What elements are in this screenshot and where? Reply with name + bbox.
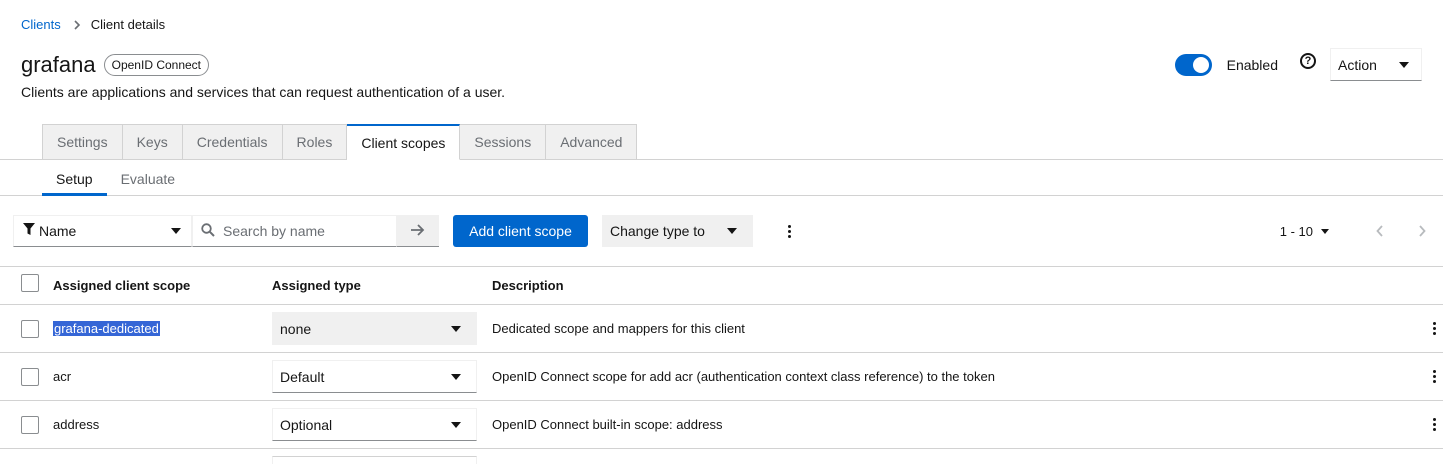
tab-keys[interactable]: Keys [122,124,183,160]
chevron-right-icon [73,19,81,30]
page-subtitle: Clients are applications and services th… [21,84,506,100]
row-checkbox[interactable] [21,415,39,434]
filter-attribute-select[interactable]: Name [13,215,192,247]
action-label: Action [1338,56,1377,73]
toolbar-kebab-icon[interactable] [781,215,797,247]
change-type-label: Change type to [610,223,705,239]
scope-name: grafana-dedicated [53,321,160,336]
subtabs-divider [0,195,1443,196]
enabled-toggle[interactable] [1174,53,1212,76]
scope-description: OpenID Connect scope for add acr (authen… [492,369,995,384]
pagination-range: 1 - 10 [1279,223,1313,239]
protocol-badge: OpenID Connect [103,54,210,76]
scope-description: OpenID Connect built-in scope: address [492,417,723,432]
row-checkbox[interactable] [21,367,39,386]
page-title: grafana [21,52,96,77]
tab-settings[interactable]: Settings [42,124,123,160]
assigned-type-value: none [280,320,312,337]
header-controls: Enabled ? Action [1174,48,1422,81]
assigned-type-select[interactable] [272,456,477,464]
table-header-row: Assigned client scope Assigned type Desc… [0,267,1443,305]
column-header-name: Assigned client scope [53,278,191,293]
column-header-type: Assigned type [272,278,361,293]
search-field [192,215,397,247]
assigned-type-value: Optional [280,416,333,433]
previous-page-button[interactable] [1359,215,1401,247]
row-kebab-icon[interactable] [1428,367,1440,387]
main-tabs: Settings Keys Credentials Roles Client s… [42,124,638,160]
tab-roles[interactable]: Roles [282,124,348,160]
page-header: grafana OpenID Connect [21,52,210,78]
scope-name: address [53,417,100,432]
search-submit-button[interactable] [397,215,439,247]
caret-down-icon [451,373,461,380]
add-client-scope-button[interactable]: Add client scope [453,215,588,247]
caret-down-icon [451,325,461,332]
caret-down-icon [727,228,737,234]
next-page-button[interactable] [1401,215,1443,247]
breadcrumb-current: Client details [90,17,166,32]
table-row-partial [0,449,1443,464]
question-circle-icon[interactable]: ? [1300,52,1316,69]
caret-down-icon [171,228,181,234]
breadcrumb: Clients Client details [21,17,165,32]
caret-down-icon [451,421,461,428]
scope-description: Dedicated scope and mappers for this cli… [492,321,745,336]
action-dropdown[interactable]: Action [1330,48,1422,81]
enabled-label: Enabled [1226,56,1278,73]
assigned-type-select[interactable]: Default [272,360,477,393]
row-kebab-icon[interactable] [1428,415,1440,435]
subtab-evaluate[interactable]: Evaluate [107,162,189,196]
arrow-right-icon [411,223,425,239]
pagination-range-dropdown[interactable]: 1 - 10 [1280,224,1329,239]
client-scopes-table: Assigned client scope Assigned type Desc… [0,267,1443,464]
chevron-left-icon [1376,225,1383,237]
tab-credentials[interactable]: Credentials [182,124,283,160]
change-type-dropdown[interactable]: Change type to [602,215,753,247]
caret-down-icon [1321,228,1329,234]
table-row: address Optional OpenID Connect built-in… [0,401,1443,449]
search-icon [201,222,215,240]
assigned-type-select[interactable]: Optional [272,408,477,441]
caret-down-icon [1399,61,1409,68]
table-toolbar: Name Add client scope Change type to 1 -… [13,215,1443,247]
breadcrumb-clients-link[interactable]: Clients [21,17,61,32]
filter-label: Name [39,223,77,239]
tab-sessions[interactable]: Sessions [460,124,547,160]
toggle-knob [1192,56,1209,73]
select-all-checkbox[interactable] [21,274,39,292]
row-checkbox[interactable] [21,319,39,338]
sub-tabs: Setup Evaluate [42,162,189,196]
scope-name: acr [53,369,72,384]
assigned-type-select: none [272,312,477,345]
column-header-description: Description [492,278,564,293]
row-kebab-icon[interactable] [1428,319,1440,339]
tab-advanced[interactable]: Advanced [546,124,638,160]
table-row: grafana-dedicated none Dedicated scope a… [0,305,1443,353]
filter-icon [23,223,35,239]
assigned-type-value: Default [280,368,325,385]
table-row: acr Default OpenID Connect scope for add… [0,353,1443,401]
chevron-right-icon [1419,225,1426,237]
subtab-setup[interactable]: Setup [42,162,107,196]
tab-client-scopes[interactable]: Client scopes [347,124,461,160]
search-input[interactable] [223,223,393,239]
pagination: 1 - 10 [1280,215,1443,247]
